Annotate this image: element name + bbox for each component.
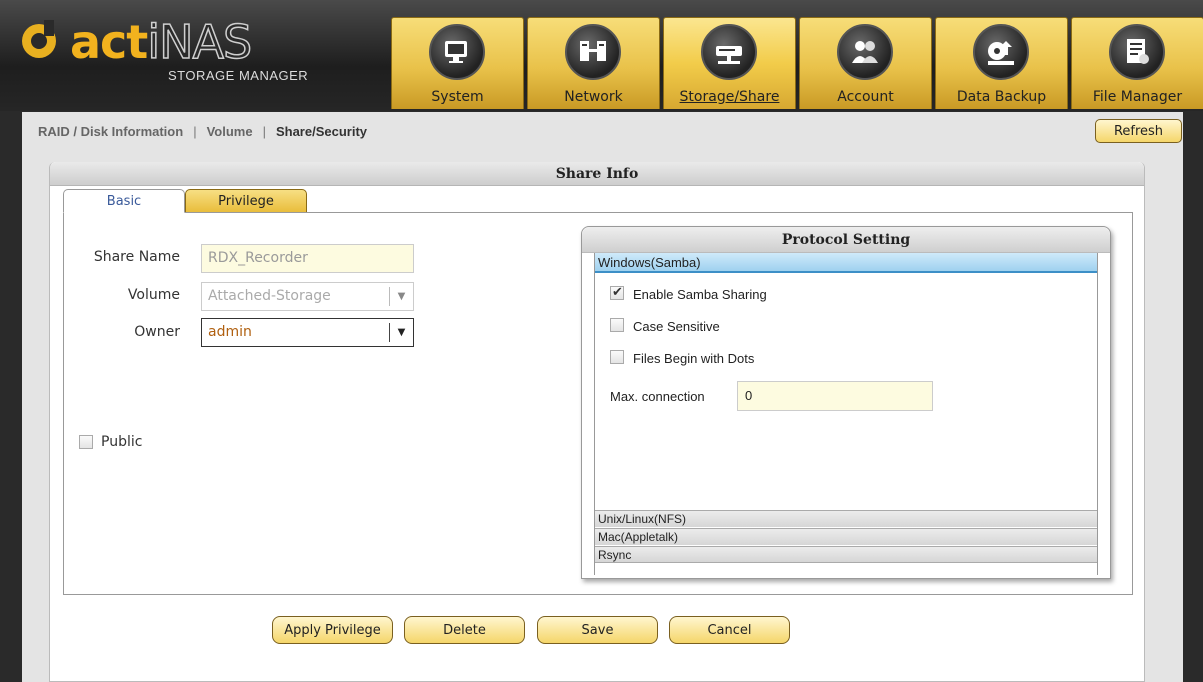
tab-privilege[interactable]: Privilege bbox=[185, 189, 307, 213]
accordion-windows-samba[interactable]: Windows(Samba) bbox=[595, 253, 1097, 273]
logo-mark-icon bbox=[22, 20, 56, 58]
nav-tab-storage-share[interactable]: Storage/Share bbox=[663, 17, 796, 109]
nav-tab-file-manager[interactable]: File Manager bbox=[1071, 17, 1203, 109]
enable-samba-checkbox[interactable] bbox=[610, 284, 624, 300]
owner-select[interactable]: admin ▼ bbox=[201, 318, 414, 347]
basic-tab-content: Share Name RDX_Recorder Volume Attached-… bbox=[63, 212, 1133, 595]
save-button[interactable]: Save bbox=[537, 616, 658, 644]
share-info-title: Share Info bbox=[50, 162, 1144, 186]
share-info-panel: Share Info Basic Privilege Share Name RD… bbox=[49, 162, 1145, 682]
monitor-icon bbox=[429, 24, 485, 80]
owner-select-value: admin bbox=[208, 324, 252, 340]
file-manager-icon bbox=[1109, 24, 1165, 80]
main-nav: System Network Storage/Share Account Dat… bbox=[391, 17, 1203, 109]
files-begin-dots-checkbox[interactable] bbox=[610, 350, 624, 364]
protocol-setting-panel: Protocol Setting Windows(Samba) Enable S… bbox=[581, 226, 1111, 579]
storage-icon bbox=[701, 24, 757, 80]
accordion-rsync[interactable]: Rsync bbox=[595, 546, 1097, 563]
share-name-input[interactable]: RDX_Recorder bbox=[201, 244, 414, 273]
case-sensitive-checkbox[interactable] bbox=[610, 318, 624, 332]
nav-tab-data-backup[interactable]: Data Backup bbox=[935, 17, 1068, 109]
share-name-label: Share Name bbox=[93, 249, 180, 265]
nav-tab-system[interactable]: System bbox=[391, 17, 524, 109]
network-icon bbox=[565, 24, 621, 80]
breadcrumb-raid-disk-info[interactable]: RAID / Disk Information bbox=[38, 124, 183, 139]
volume-select-value: Attached-Storage bbox=[208, 288, 331, 304]
breadcrumb-separator: | bbox=[262, 124, 266, 139]
breadcrumb-separator: | bbox=[193, 124, 197, 139]
users-icon bbox=[837, 24, 893, 80]
accordion-unix-linux-nfs[interactable]: Unix/Linux(NFS) bbox=[595, 510, 1097, 527]
chevron-down-icon: ▼ bbox=[389, 323, 413, 342]
files-begin-dots-label: Files Begin with Dots bbox=[633, 351, 755, 366]
nav-tab-network[interactable]: Network bbox=[527, 17, 660, 109]
delete-button[interactable]: Delete bbox=[404, 616, 525, 644]
max-connection-label: Max. connection bbox=[610, 389, 705, 404]
case-sensitive-label: Case Sensitive bbox=[633, 319, 720, 334]
public-checkbox[interactable] bbox=[79, 435, 93, 449]
cancel-button[interactable]: Cancel bbox=[669, 616, 790, 644]
protocol-setting-title: Protocol Setting bbox=[582, 227, 1110, 253]
logo-text: actiNAS bbox=[70, 14, 253, 70]
backup-icon bbox=[973, 24, 1029, 80]
chevron-down-icon: ▼ bbox=[389, 287, 413, 306]
breadcrumb-share-security[interactable]: Share/Security bbox=[276, 124, 367, 139]
app-header: actiNAS STORAGE MANAGER System Network S… bbox=[0, 0, 1203, 111]
owner-label: Owner bbox=[134, 324, 180, 340]
nav-tab-account[interactable]: Account bbox=[799, 17, 932, 109]
public-label: Public bbox=[101, 434, 143, 450]
protocol-accordion: Windows(Samba) Enable Samba Sharing Case… bbox=[594, 253, 1098, 575]
main-content: Share Info Basic Privilege Share Name RD… bbox=[22, 150, 1183, 682]
actinas-logo: actiNAS STORAGE MANAGER bbox=[22, 14, 322, 84]
breadcrumb-volume[interactable]: Volume bbox=[207, 124, 253, 139]
apply-privilege-button[interactable]: Apply Privilege bbox=[272, 616, 393, 644]
share-info-tabs: Basic Privilege bbox=[63, 189, 307, 213]
logo-subtitle: STORAGE MANAGER bbox=[168, 68, 309, 83]
breadcrumb: RAID / Disk Information | Volume | Share… bbox=[38, 124, 367, 139]
max-connection-input[interactable]: 0 bbox=[737, 381, 933, 411]
volume-select[interactable]: Attached-Storage ▼ bbox=[201, 282, 414, 311]
tab-basic[interactable]: Basic bbox=[63, 189, 185, 213]
accordion-mac-appletalk[interactable]: Mac(Appletalk) bbox=[595, 528, 1097, 545]
refresh-button[interactable]: Refresh bbox=[1095, 119, 1182, 143]
volume-label: Volume bbox=[127, 287, 180, 303]
enable-samba-label: Enable Samba Sharing bbox=[633, 287, 767, 302]
